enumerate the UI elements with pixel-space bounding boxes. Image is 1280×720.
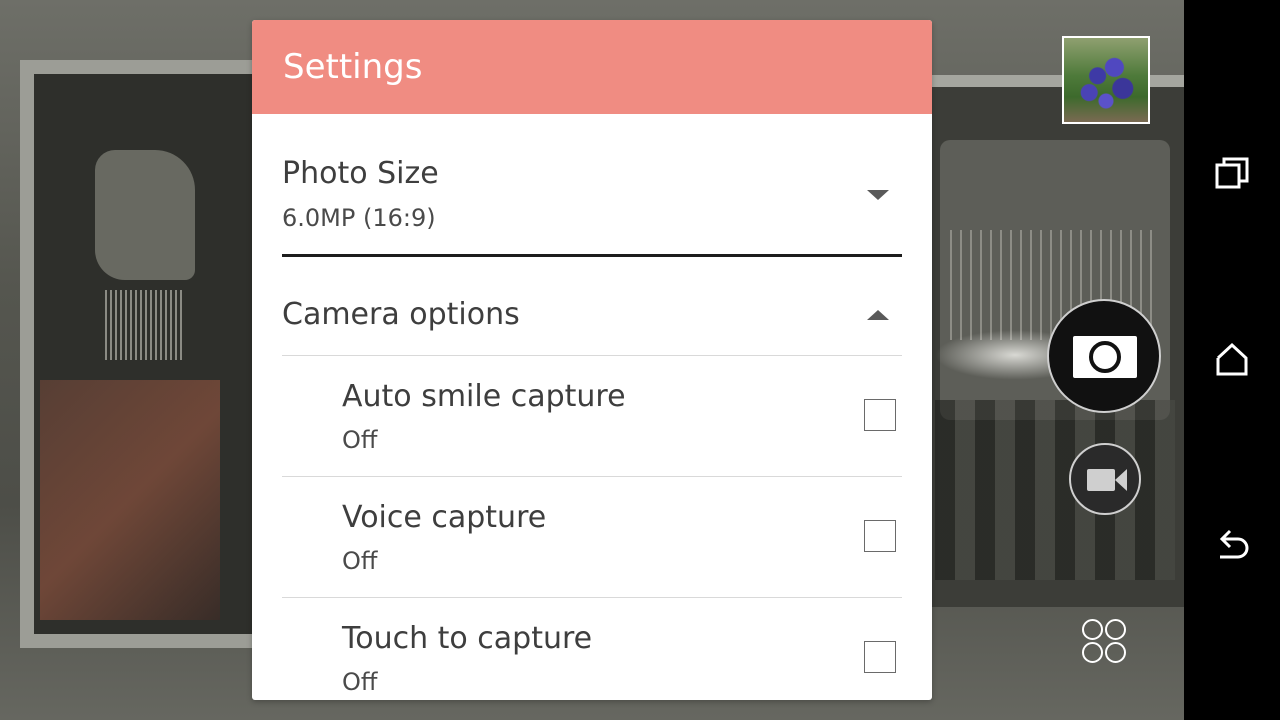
navigation-bar — [1184, 0, 1280, 720]
modes-grid-icon — [1082, 619, 1103, 640]
modes-grid-icon — [1082, 642, 1103, 663]
option-title: Touch to capture — [342, 621, 593, 656]
recents-button[interactable] — [1208, 150, 1256, 198]
chevron-up-icon — [867, 310, 889, 320]
viewfinder-scene-poster — [40, 380, 220, 620]
camera-screen: Settings Photo Size 6.0MP (16:9) Camera … — [0, 0, 1280, 720]
chevron-down-icon — [867, 190, 889, 200]
recents-icon — [1215, 157, 1249, 189]
viewfinder-scene-map-left — [95, 150, 195, 280]
option-voice-capture[interactable]: Voice capture Off — [282, 477, 902, 598]
option-auto-smile-capture[interactable]: Auto smile capture Off — [282, 356, 902, 477]
option-title: Voice capture — [342, 500, 547, 535]
camera-lens-icon — [1089, 341, 1121, 373]
viewfinder-scene-dots-left — [105, 290, 185, 360]
touch-to-capture-checkbox[interactable] — [864, 641, 896, 673]
home-icon — [1216, 342, 1248, 376]
photo-size-label: Photo Size — [282, 156, 439, 191]
option-title: Auto smile capture — [342, 379, 626, 414]
option-status: Off — [342, 426, 378, 454]
camera-options-section-toggle[interactable]: Camera options — [282, 257, 902, 356]
video-record-button[interactable] — [1069, 443, 1141, 515]
option-status: Off — [342, 547, 378, 575]
shutter-button[interactable] — [1047, 299, 1161, 413]
last-photo-thumbnail[interactable] — [1062, 36, 1150, 124]
back-icon — [1219, 529, 1249, 559]
home-button[interactable] — [1208, 336, 1256, 384]
back-button[interactable] — [1208, 522, 1256, 570]
photo-size-dropdown[interactable]: Photo Size 6.0MP (16:9) — [282, 134, 902, 257]
voice-capture-checkbox[interactable] — [864, 520, 896, 552]
option-status: Off — [342, 668, 378, 696]
camera-options-label: Camera options — [282, 297, 520, 332]
camera-lens-center — [1099, 351, 1111, 363]
photo-size-value: 6.0MP (16:9) — [282, 204, 436, 232]
video-camera-icon — [1087, 469, 1115, 491]
option-touch-to-capture[interactable]: Touch to capture Off — [282, 598, 902, 700]
video-camera-lens-icon — [1115, 469, 1127, 491]
settings-header: Settings — [252, 20, 932, 114]
auto-smile-capture-checkbox[interactable] — [864, 399, 896, 431]
modes-grid-icon — [1105, 642, 1126, 663]
settings-title: Settings — [283, 47, 423, 87]
settings-panel: Settings Photo Size 6.0MP (16:9) Camera … — [252, 20, 932, 700]
modes-grid-icon — [1105, 619, 1126, 640]
modes-button[interactable] — [1080, 617, 1130, 667]
